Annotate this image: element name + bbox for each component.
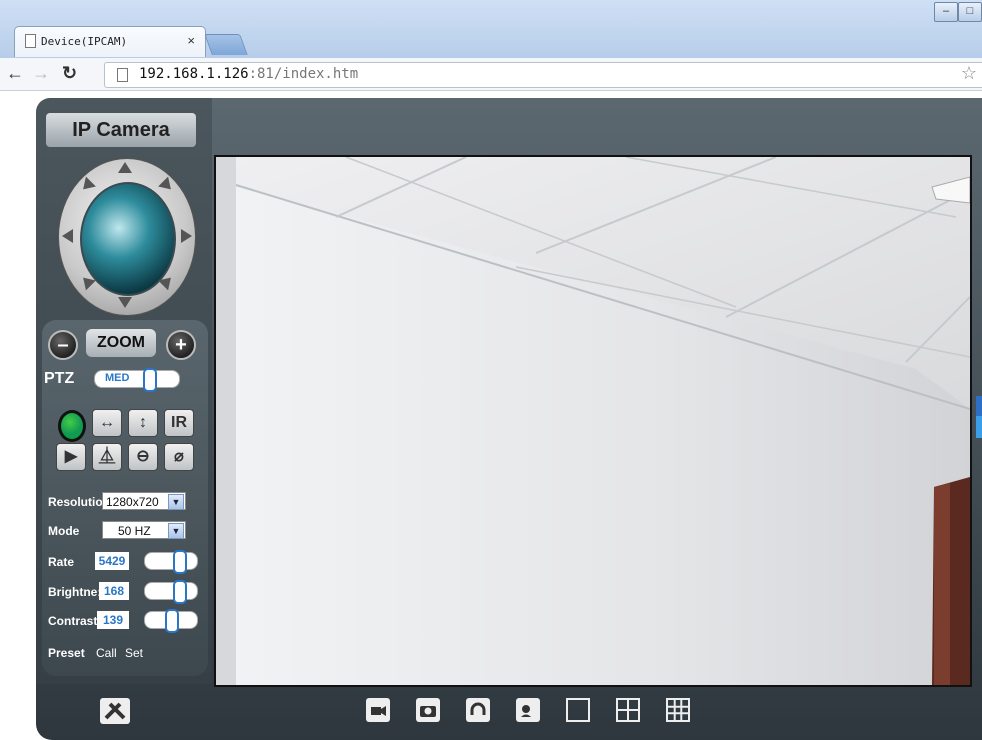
chevron-down-icon[interactable]: ▼ — [168, 523, 184, 539]
ptz-speed-knob[interactable] — [143, 368, 157, 392]
nine-view-icon[interactable] — [666, 698, 690, 722]
camera-icon[interactable] — [416, 698, 440, 724]
window-controls: – □ — [930, 0, 982, 22]
rate-knob[interactable] — [173, 550, 187, 574]
headphones-icon[interactable] — [466, 698, 490, 724]
mode-label: Mode — [48, 524, 80, 538]
ptz-speed-slider[interactable]: MED — [94, 368, 180, 392]
contrast-value: 139 — [97, 611, 129, 629]
browser-tab[interactable]: Device(IPCAM) × — [14, 26, 206, 57]
tab-close-button[interactable]: × — [187, 33, 195, 48]
play-button[interactable]: ▶ — [56, 443, 86, 471]
zoom-label: ZOOM — [86, 329, 156, 357]
address-bar[interactable]: 192.168.1.126:81/index.htm ☆ — [104, 62, 982, 88]
browser-titlebar: Device(IPCAM) × – □ — [0, 0, 982, 58]
resolution-label: Resolutio — [48, 495, 103, 509]
brightness-slider[interactable] — [144, 580, 198, 604]
reload-icon[interactable]: ↻ — [62, 62, 77, 84]
single-view-icon[interactable] — [566, 698, 590, 722]
camera-image — [216, 157, 970, 685]
url-text: 192.168.1.126:81/index.htm — [139, 66, 358, 82]
mirror-button[interactable]: ⊖ — [128, 443, 158, 471]
page-icon — [117, 68, 128, 82]
rate-slider[interactable] — [144, 550, 198, 574]
ptz-speed-value: MED — [105, 372, 130, 384]
zoom-out-button[interactable]: – — [48, 330, 78, 360]
brightness-knob[interactable] — [173, 580, 187, 604]
contrast-label: Contrast — [48, 614, 98, 628]
contrast-slider[interactable] — [144, 609, 198, 633]
bookmark-star-icon[interactable]: ☆ — [961, 63, 977, 84]
rate-label: Rate — [48, 555, 75, 569]
vertical-patrol-button[interactable]: ↕ — [128, 409, 158, 437]
up-arrow-icon[interactable] — [118, 162, 132, 173]
preset-label: Preset — [48, 646, 85, 660]
flip-button[interactable]: ⏅ — [92, 443, 122, 471]
video-feed[interactable] — [214, 155, 972, 687]
mode-value: 50 HZ — [118, 524, 151, 538]
rate-value: 5429 — [95, 552, 129, 570]
new-tab-button[interactable] — [204, 34, 248, 55]
resolution-select[interactable]: 1280x720 ▼ — [102, 492, 186, 510]
set-preset-button[interactable]: Set — [125, 646, 143, 660]
right-arrow-icon[interactable] — [181, 229, 192, 243]
chevron-down-icon[interactable]: ▼ — [168, 494, 184, 510]
horizontal-patrol-button[interactable]: ↔ — [92, 409, 122, 437]
document-icon — [25, 34, 36, 48]
contrast-knob[interactable] — [165, 609, 179, 633]
focus-button[interactable]: ⌀ — [164, 443, 194, 471]
forward-arrow-icon[interactable]: → — [32, 62, 50, 84]
resolution-value: 1280x720 — [106, 495, 159, 509]
mode-select[interactable]: 50 HZ ▼ — [102, 521, 186, 539]
down-arrow-icon[interactable] — [118, 297, 132, 308]
tools-icon[interactable] — [100, 698, 130, 724]
back-arrow-icon[interactable]: ← — [6, 62, 24, 84]
maximize-button[interactable]: □ — [958, 2, 982, 22]
call-preset-button[interactable]: Call — [96, 646, 117, 660]
brightness-label: Brightne: — [48, 585, 102, 599]
url-path: :81/index.htm — [248, 66, 359, 82]
left-arrow-icon[interactable] — [62, 229, 73, 243]
status-indicator[interactable] — [58, 410, 86, 442]
minimize-button[interactable]: – — [934, 2, 958, 22]
quad-view-icon[interactable] — [616, 698, 640, 722]
brightness-value: 168 — [99, 582, 129, 600]
browser-toolbar: ← → ↻ 192.168.1.126:81/index.htm ☆ — [0, 58, 982, 91]
tab-title: Device(IPCAM) — [41, 35, 128, 48]
zoom-in-button[interactable]: + — [166, 330, 196, 360]
scroll-indicator-bottom — [976, 416, 982, 438]
ptz-label: PTZ — [44, 370, 75, 387]
microphone-icon[interactable] — [516, 698, 540, 724]
url-host: 192.168.1.126 — [139, 66, 249, 82]
video-record-icon[interactable] — [366, 698, 390, 724]
app-logo: IP Camera — [46, 113, 196, 147]
scroll-indicator-top — [976, 396, 982, 416]
ir-button[interactable]: IR — [164, 409, 194, 437]
